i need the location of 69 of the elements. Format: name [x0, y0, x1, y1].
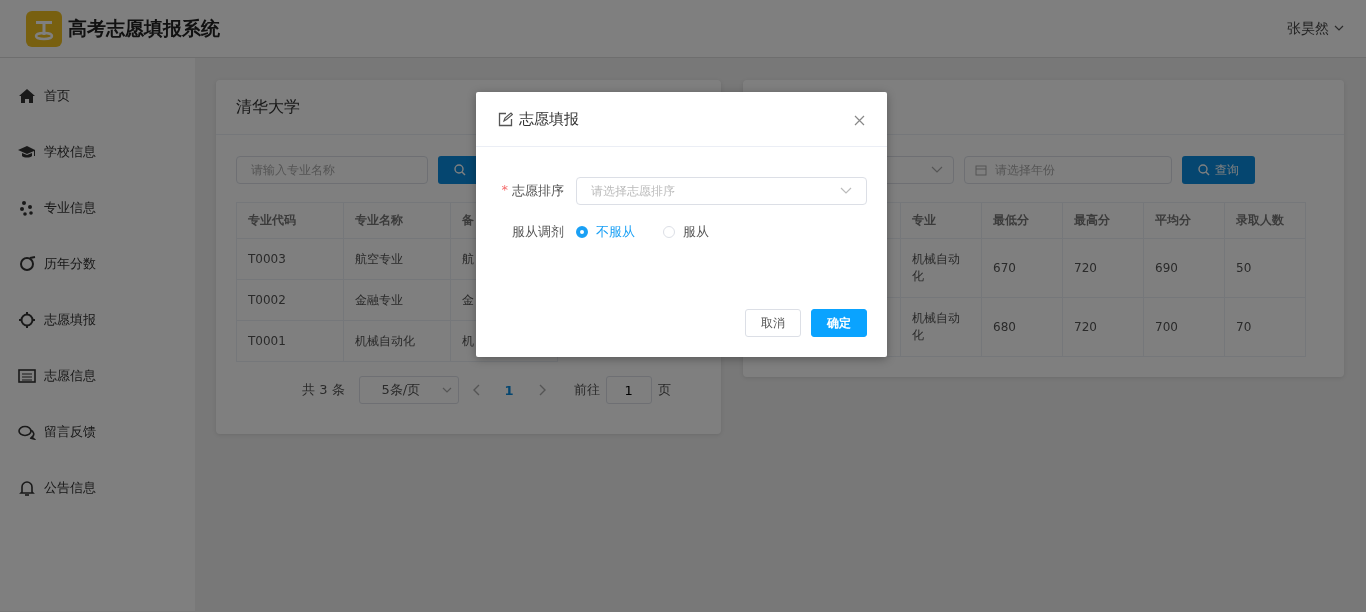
table-cell: 720 [1062, 238, 1144, 298]
table-cell: 690 [1143, 238, 1225, 298]
page-size-select[interactable]: 5条/页 [358, 376, 459, 404]
user-menu[interactable]: 张昊然 [1287, 19, 1344, 38]
card-title: 清华大学 [236, 96, 300, 118]
sidebar-item[interactable]: 学校信息 [0, 124, 195, 180]
radio-label: 不服从 [596, 223, 635, 241]
column-header: 录取人数 [1224, 202, 1306, 239]
goto-label: 前往 [573, 381, 600, 399]
column-header: 最高分 [1062, 202, 1144, 239]
sidebar-item[interactable]: 志愿填报 [0, 292, 195, 348]
graduation-cap-icon [18, 144, 36, 160]
table-cell: T0002 [236, 279, 344, 321]
table-cell: 680 [981, 297, 1063, 357]
table-cell: 机械自动化 [900, 297, 982, 357]
radio-button[interactable] [576, 226, 588, 238]
chat-icon [18, 424, 36, 440]
chevron-down-icon [840, 187, 852, 195]
sidebar-item[interactable]: 志愿信息 [0, 348, 195, 404]
bell-icon [18, 480, 36, 496]
column-header: 专业 [900, 202, 982, 239]
table-cell: 航空专业 [343, 238, 451, 280]
table-cell: 720 [1062, 297, 1144, 357]
home-icon [18, 88, 36, 104]
sidebar-item[interactable]: 留言反馈 [0, 404, 195, 460]
chevron-down-icon [441, 386, 452, 394]
dialog-title: 志愿填报 [519, 109, 579, 129]
next-page-icon[interactable] [537, 384, 546, 396]
sidebar-item[interactable]: 历年分数 [0, 236, 195, 292]
required-mark: * [501, 182, 508, 199]
column-header: 专业代码 [236, 202, 344, 239]
field-label: 志愿排序 [512, 182, 564, 200]
search-button[interactable]: 查询 [1182, 156, 1255, 184]
sidebar-item[interactable]: 公告信息 [0, 460, 195, 516]
prev-page-icon[interactable] [472, 384, 481, 396]
table-cell: 机械自动化 [900, 238, 982, 298]
cancel-button[interactable]: 取消 [745, 309, 801, 337]
circle-icon [18, 256, 36, 272]
total-count: 共 3 条 [302, 381, 345, 399]
table-cell: 金融专业 [343, 279, 451, 321]
page-input[interactable]: 1 [605, 376, 652, 404]
column-header: 专业名称 [343, 202, 451, 239]
chevron-down-icon [931, 166, 943, 174]
search-icon [454, 164, 466, 176]
chevron-down-icon [1334, 25, 1344, 32]
table-cell: T0003 [236, 238, 344, 280]
table-cell: T0001 [236, 320, 344, 362]
sidebar-item[interactable]: 专业信息 [0, 180, 195, 236]
table-cell: 670 [981, 238, 1063, 298]
sidebar-item[interactable]: 首页 [0, 68, 195, 124]
gear-icon [18, 312, 36, 328]
table-cell: 700 [1143, 297, 1225, 357]
app-title: 高考志愿填报系统 [68, 15, 220, 41]
list-icon [18, 368, 36, 384]
edit-icon [498, 111, 513, 127]
radio-label: 服从 [683, 223, 709, 241]
table-cell: 50 [1224, 238, 1306, 298]
table-cell: 70 [1224, 297, 1306, 357]
confirm-button[interactable]: 确定 [811, 309, 867, 337]
page-unit: 页 [657, 381, 671, 399]
calendar-icon [975, 164, 987, 176]
table-cell: 机械自动化 [343, 320, 451, 362]
column-header: 平均分 [1143, 202, 1225, 239]
dots-icon [18, 200, 36, 216]
search-icon [1198, 164, 1210, 176]
column-header: 最低分 [981, 202, 1063, 239]
logo-icon [26, 10, 62, 47]
close-icon[interactable] [854, 115, 865, 126]
page-number[interactable]: 1 [494, 382, 524, 398]
